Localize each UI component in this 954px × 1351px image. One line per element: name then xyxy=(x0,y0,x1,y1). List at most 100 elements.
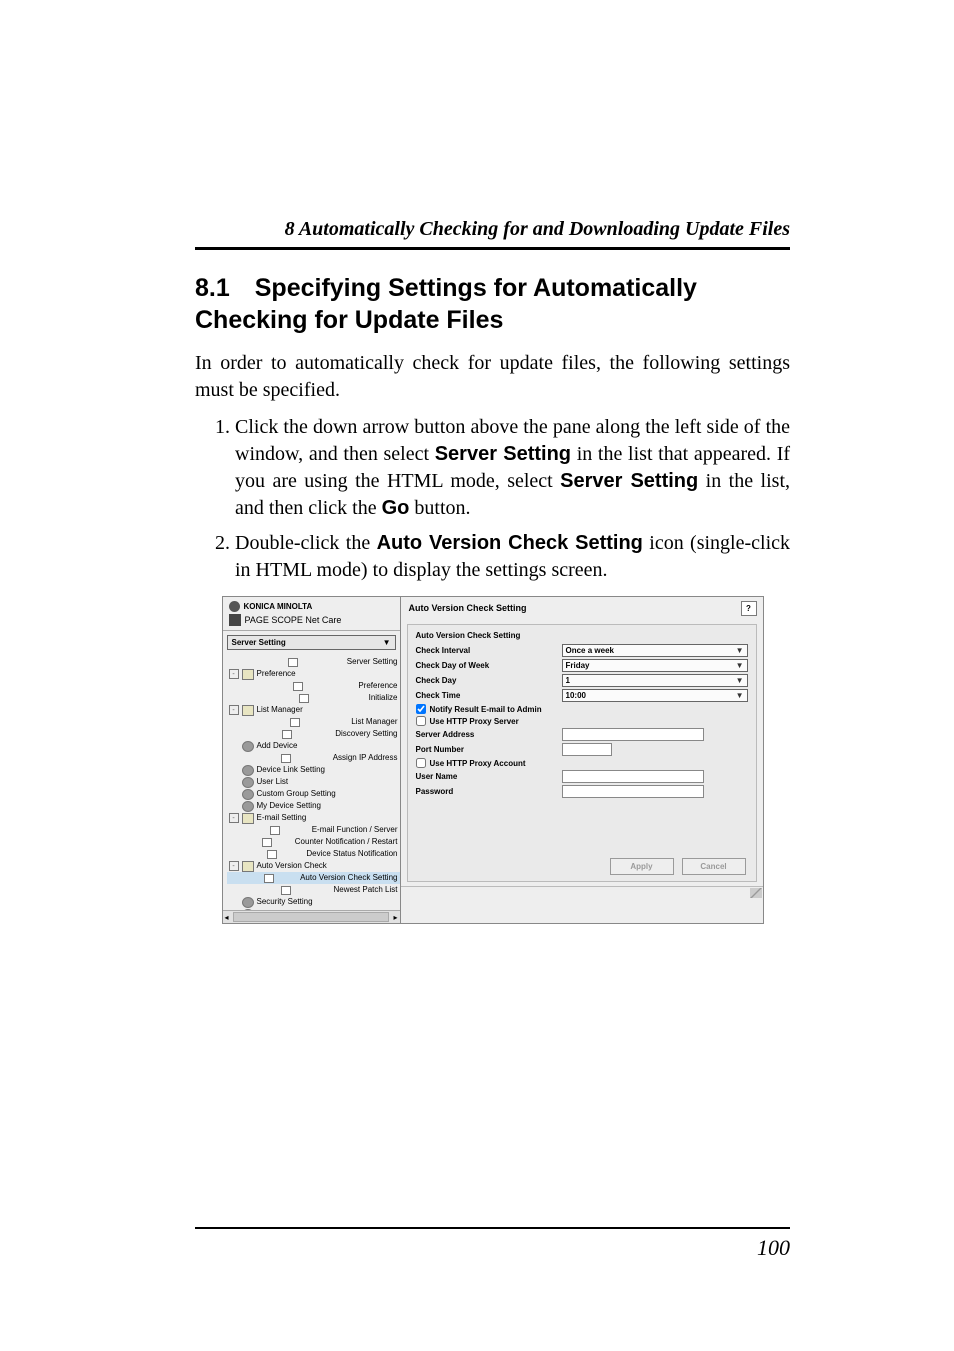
chevron-down-icon: ▼ xyxy=(736,646,744,655)
section-heading: 8.1 Specifying Settings for Automaticall… xyxy=(195,272,790,336)
port-number-input[interactable] xyxy=(562,743,612,756)
gear-icon xyxy=(242,765,254,776)
tree-expand-icon[interactable]: - xyxy=(229,861,239,871)
tree-item-label: E-mail Setting xyxy=(257,812,307,824)
page-icon xyxy=(262,838,272,847)
tree-item[interactable]: -Auto Version Check xyxy=(227,860,400,872)
tree-item[interactable]: Add Device xyxy=(227,740,400,752)
brand-line: KONICA MINOLTA xyxy=(223,597,400,614)
screenshot-figure: KONICA MINOLTA PAGE SCOPE Net Care Serve… xyxy=(222,596,764,924)
tree-item-label: E-mail Function / Server xyxy=(312,824,398,836)
tree-item[interactable]: Device Link Setting xyxy=(227,764,400,776)
page-icon xyxy=(290,718,300,727)
brand-logo-icon xyxy=(229,601,240,612)
tree-item-label: Auto Version Check Setting xyxy=(300,872,397,884)
tree-item-label: My Device Setting xyxy=(257,800,321,812)
use-proxy-account-checkbox[interactable] xyxy=(416,758,426,768)
cancel-button[interactable]: Cancel xyxy=(682,858,746,875)
tree-item-label: Device Status Notification xyxy=(306,848,397,860)
check-interval-select[interactable]: Once a week▼ xyxy=(562,644,748,657)
folder-icon xyxy=(242,861,254,872)
tree-item[interactable]: Counter Notification / Restart xyxy=(227,836,400,848)
gear-icon xyxy=(242,801,254,812)
password-input[interactable] xyxy=(562,785,704,798)
tree-scrollbar[interactable]: ◂ ▸ xyxy=(223,910,400,923)
tree-expand-icon[interactable]: - xyxy=(229,705,239,715)
tree-item[interactable]: Custom Group Setting xyxy=(227,788,400,800)
screenshot-left-pane: KONICA MINOLTA PAGE SCOPE Net Care Serve… xyxy=(223,597,401,923)
tree-item[interactable]: Newest Patch List xyxy=(227,884,400,896)
header-rule xyxy=(195,247,790,250)
tree-expand-icon[interactable]: - xyxy=(229,669,239,679)
tree-item-label: Discovery Setting xyxy=(335,728,397,740)
server-address-input[interactable] xyxy=(562,728,704,741)
tree-item-label: User List xyxy=(257,776,289,788)
resize-grip[interactable] xyxy=(401,886,763,899)
subbrand-text: PAGE SCOPE Net Care xyxy=(245,615,342,625)
chevron-down-icon: ▼ xyxy=(383,638,391,647)
tree-item[interactable]: Discovery Setting xyxy=(227,728,400,740)
gear-icon xyxy=(242,897,254,908)
tree-item-label: Newest Patch List xyxy=(333,884,397,896)
tree-item-label: List Manager xyxy=(351,716,397,728)
tree-item[interactable]: Auto Version Check Setting xyxy=(227,872,400,884)
page-icon xyxy=(264,874,274,883)
page-icon xyxy=(281,886,291,895)
screenshot-right-pane: Auto Version Check Setting ? Auto Versio… xyxy=(401,597,763,923)
tree-item-label: Device Link Setting xyxy=(257,764,325,776)
tree-item[interactable]: E-mail Function / Server xyxy=(227,824,400,836)
tree-item[interactable]: List Manager xyxy=(227,716,400,728)
tree-item[interactable]: - List Manager xyxy=(227,704,400,716)
user-name-label: User Name xyxy=(416,772,562,781)
use-proxy-account-label: Use HTTP Proxy Account xyxy=(430,759,526,768)
page-icon xyxy=(299,694,309,703)
tree-item[interactable]: - Preference xyxy=(227,668,400,680)
tree-item[interactable]: - E-mail Setting xyxy=(227,812,400,824)
scroll-left-icon[interactable]: ◂ xyxy=(225,913,229,922)
subbrand-icon xyxy=(229,614,241,626)
tree-expand-icon[interactable]: - xyxy=(229,813,239,823)
tree-item-label: Add Device xyxy=(257,740,298,752)
tree-item-label: Assign IP Address xyxy=(333,752,398,764)
tree-item[interactable]: Security Setting xyxy=(227,896,400,908)
tree-item-label: Counter Notification / Restart xyxy=(295,836,398,848)
tree-item[interactable]: Device Status Notification xyxy=(227,848,400,860)
check-dow-label: Check Day of Week xyxy=(416,661,562,670)
notify-admin-checkbox[interactable] xyxy=(416,704,426,714)
settings-tree[interactable]: Server Setting-PreferencePreferenceIniti… xyxy=(223,654,400,910)
brand-text: KONICA MINOLTA xyxy=(244,602,313,611)
category-dropdown[interactable]: Server Setting ▼ xyxy=(227,635,396,650)
tree-item[interactable]: My Device Setting xyxy=(227,800,400,812)
check-dow-select[interactable]: Friday▼ xyxy=(562,659,748,672)
check-day-select[interactable]: 1▼ xyxy=(562,674,748,687)
intro-paragraph: In order to automatically check for upda… xyxy=(195,350,790,404)
right-pane-title: Auto Version Check Setting xyxy=(401,597,763,615)
tree-item[interactable]: Initialize xyxy=(227,692,400,704)
tree-item[interactable]: User List xyxy=(227,776,400,788)
scroll-right-icon[interactable]: ▸ xyxy=(393,913,397,922)
footer-rule xyxy=(195,1227,790,1229)
page-number: 100 xyxy=(195,1235,790,1261)
tree-item-label: Preference xyxy=(257,668,296,680)
tree-item[interactable]: Server Setting xyxy=(227,656,400,668)
scroll-track[interactable] xyxy=(233,912,390,922)
resize-grip-icon xyxy=(750,888,762,898)
gear-icon xyxy=(242,909,254,911)
help-button[interactable]: ? xyxy=(741,601,757,616)
step-1: Click the down arrow button above the pa… xyxy=(235,414,790,522)
folder-icon xyxy=(242,669,254,680)
use-proxy-server-checkbox[interactable] xyxy=(416,716,426,726)
tree-item[interactable]: Assign IP Address xyxy=(227,752,400,764)
category-dropdown-label: Server Setting xyxy=(232,638,286,647)
tree-item-label: Supported Models xyxy=(257,908,322,910)
check-time-select[interactable]: 10:00▼ xyxy=(562,689,748,702)
tree-item-label: List Manager xyxy=(257,704,303,716)
page-icon xyxy=(270,826,280,835)
user-name-input[interactable] xyxy=(562,770,704,783)
tree-item[interactable]: Preference xyxy=(227,680,400,692)
gear-icon xyxy=(242,741,254,752)
port-number-label: Port Number xyxy=(416,745,562,754)
chevron-down-icon: ▼ xyxy=(736,676,744,685)
tree-item-label: Initialize xyxy=(369,692,398,704)
apply-button[interactable]: Apply xyxy=(610,858,674,875)
